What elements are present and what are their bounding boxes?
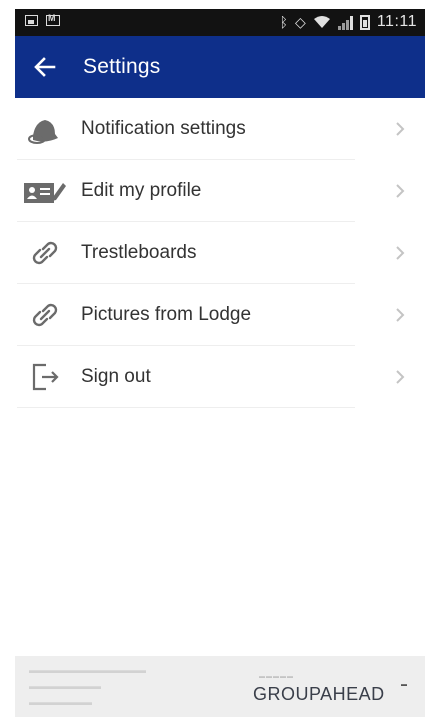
- mail-notification-icon: [46, 13, 60, 26]
- signal-icon: [337, 14, 353, 30]
- footer-faint-line[interactable]: ▬▬▬▬▬▬▬▬: [29, 678, 146, 694]
- footer: ▬▬▬▬▬▬▬▬▬▬▬▬▬ ▬▬▬▬▬▬▬▬ ▬▬▬▬▬▬▬ ▬▬▬▬▬ GRO…: [15, 656, 425, 717]
- menu-item-label: Trestleboards: [81, 242, 197, 263]
- powered-by-mark: ▬▬▬▬▬: [259, 674, 294, 680]
- battery-icon: [359, 14, 370, 30]
- menu-item-label: Pictures from Lodge: [81, 304, 252, 325]
- picture-notification-icon: [25, 15, 38, 26]
- menu-item-label: Notification settings: [81, 118, 246, 139]
- footer-faint-line: ▬▬▬▬▬▬▬▬▬▬▬▬▬: [29, 665, 146, 675]
- link-icon: [23, 298, 67, 332]
- menu-item-label: Edit my profile: [81, 180, 202, 201]
- status-notifications: [25, 13, 60, 26]
- chevron-right-icon: [396, 308, 405, 322]
- menu-item-edit-my-profile[interactable]: Edit my profile: [15, 160, 425, 222]
- back-button[interactable]: [29, 51, 61, 83]
- menu-item-trestleboards[interactable]: Trestleboards: [15, 222, 425, 284]
- brand-logo: GROUPAHEAD: [253, 684, 385, 704]
- id-card-icon: [23, 174, 67, 208]
- footer-faint-line[interactable]: ▬▬▬▬▬▬▬: [29, 694, 146, 710]
- footer-faint-lines: ▬▬▬▬▬▬▬▬▬▬▬▬▬ ▬▬▬▬▬▬▬▬ ▬▬▬▬▬▬▬: [29, 662, 146, 710]
- link-icon: [23, 236, 67, 270]
- menu-item-pictures-from-lodge[interactable]: Pictures from Lodge: [15, 284, 425, 346]
- app-bar: Settings: [15, 36, 425, 98]
- chevron-right-icon: [396, 246, 405, 260]
- rotate-icon: ◇: [295, 14, 306, 30]
- chevron-right-icon: [396, 122, 405, 136]
- trademark-mark: ▬: [401, 682, 407, 688]
- menu-item-sign-out[interactable]: Sign out: [15, 346, 425, 408]
- settings-menu: Notification settings Edit my profile Tr…: [15, 98, 425, 408]
- sign-out-icon: [23, 360, 67, 394]
- chevron-right-icon: [396, 370, 405, 384]
- menu-item-notification-settings[interactable]: Notification settings: [15, 98, 425, 160]
- bell-icon: [23, 112, 67, 146]
- clock: 11:11: [376, 13, 417, 30]
- back-arrow-icon: [34, 57, 56, 77]
- menu-item-label: Sign out: [81, 366, 151, 387]
- phone-screen: ᛒ ◇ 11:11 Settings: [15, 0, 425, 717]
- status-system: ᛒ ◇ 11:11: [280, 12, 417, 32]
- page-title: Settings: [83, 55, 161, 78]
- status-bar: ᛒ ◇ 11:11: [15, 9, 425, 36]
- bluetooth-icon: ᛒ: [279, 14, 289, 30]
- chevron-right-icon: [396, 184, 405, 198]
- wifi-icon: [313, 16, 330, 28]
